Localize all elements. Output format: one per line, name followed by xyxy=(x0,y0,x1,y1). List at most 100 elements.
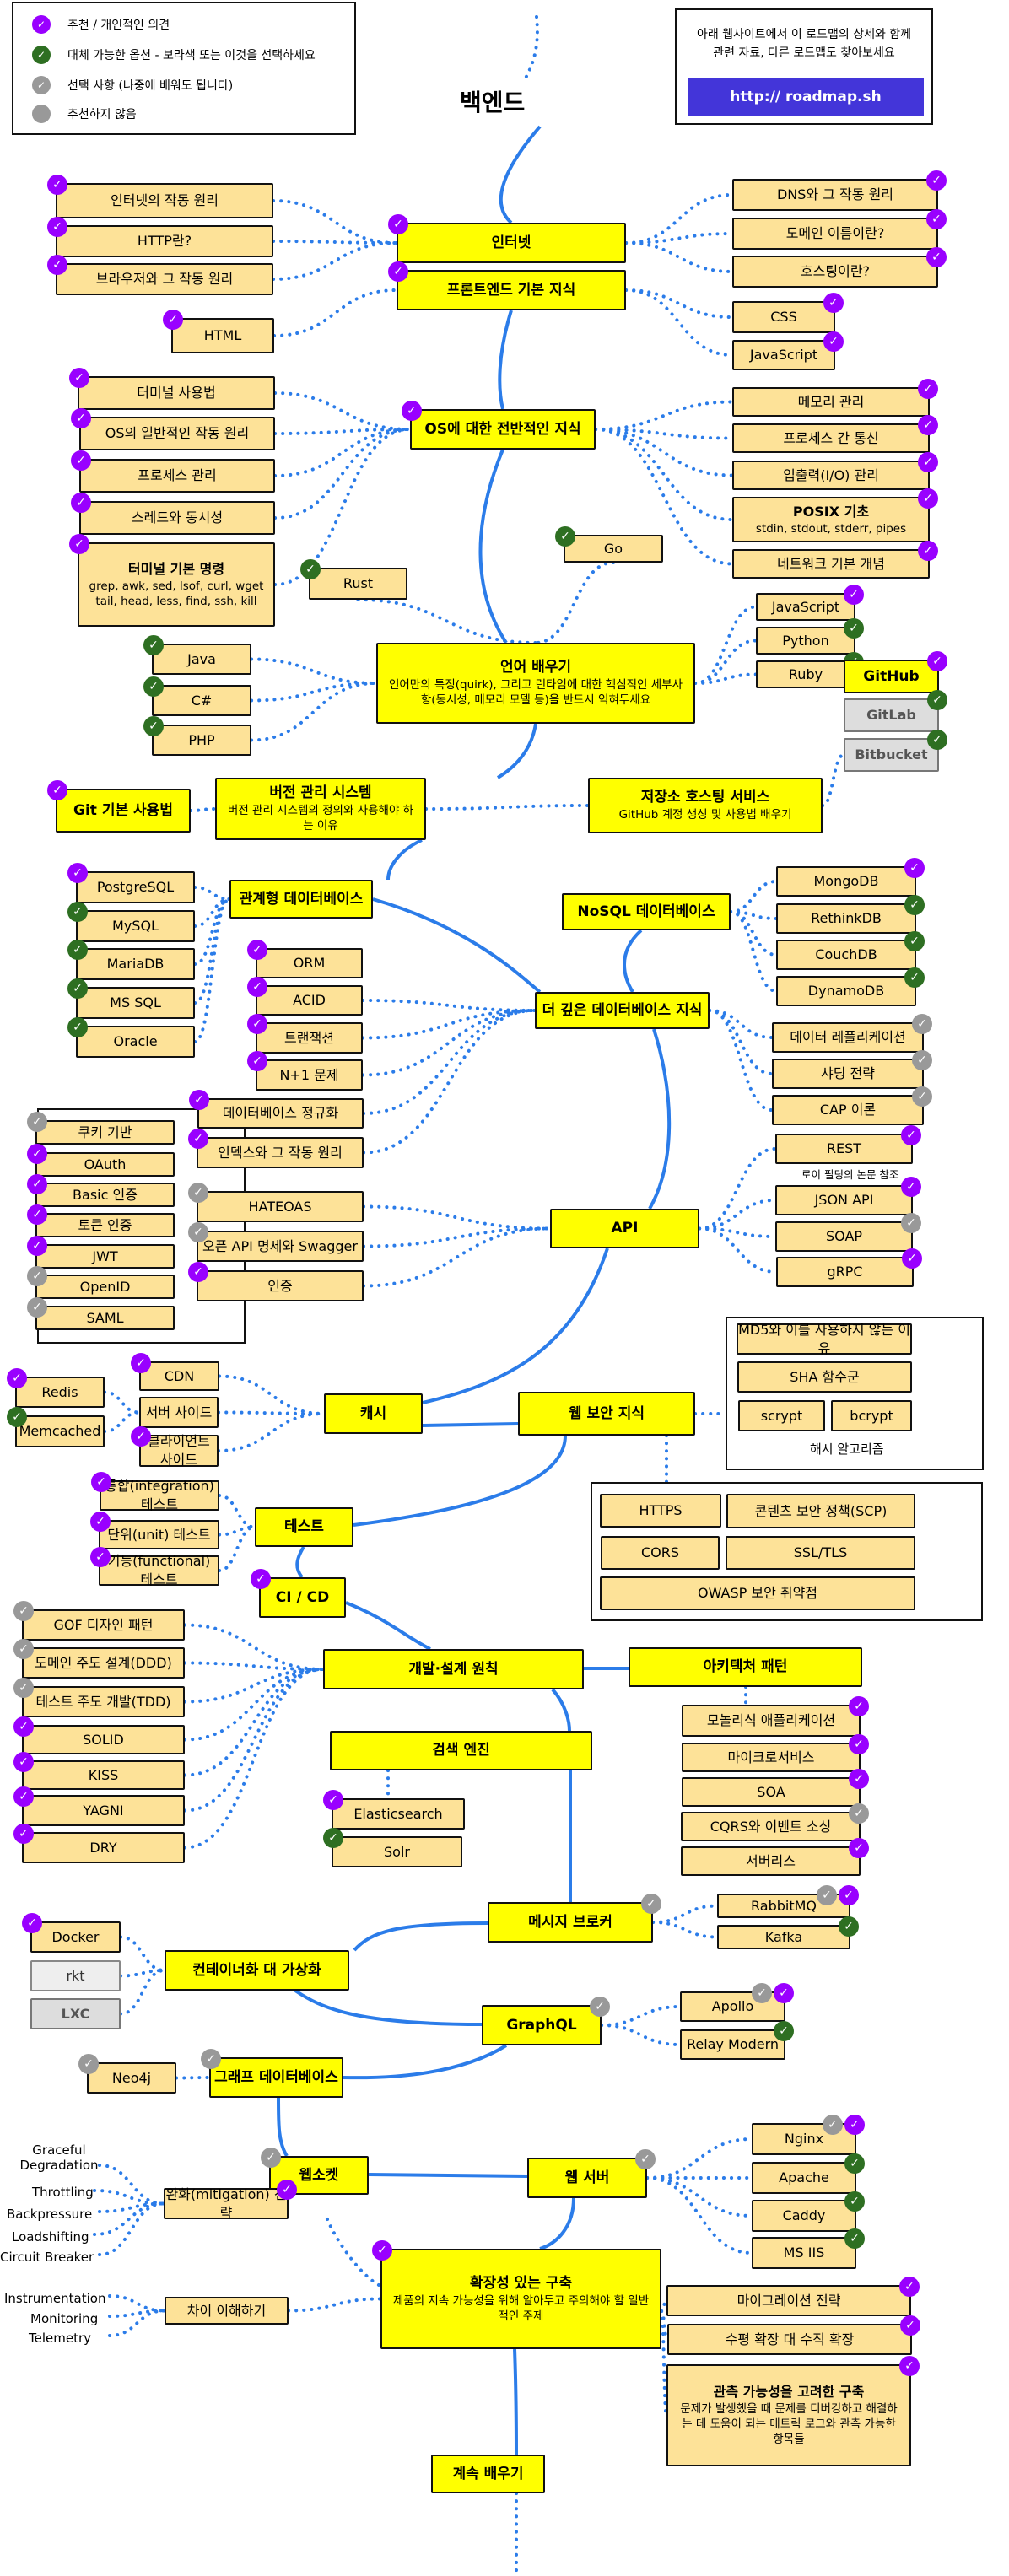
node-func[interactable]: 기능(functional) 테스트 ✓ xyxy=(90,1547,219,1587)
node-rkt[interactable]: rkt xyxy=(30,1960,121,1991)
node-csharp[interactable]: C# ✓ xyxy=(143,676,251,716)
node-keep[interactable]: 계속 배우기 xyxy=(431,2455,545,2493)
node-api[interactable]: API xyxy=(550,1209,699,1248)
node-nginx[interactable]: Nginx ✓ ✓ xyxy=(752,2115,865,2155)
node-index[interactable]: 인덱스와 그 작동 원리 ✓ xyxy=(188,1129,364,1168)
node-threads[interactable]: 스레드와 동시성 ✓ xyxy=(71,493,275,535)
node-design[interactable]: 개발·설계 원칙 xyxy=(323,1649,584,1689)
node-monolith[interactable]: 모놀리식 애플리케이션 ✓ xyxy=(682,1696,869,1737)
node-lang[interactable]: 언어 배우기 언어만의 특징(quirk), 그리고 런타임에 대한 핵심적인 세… xyxy=(376,643,695,724)
node-rest[interactable]: REST ✓ xyxy=(775,1125,921,1164)
node-how-internet[interactable]: 인터넷의 작동 원리 ✓ xyxy=(47,175,273,218)
node-cookie[interactable]: 쿠키 기반 ✓ xyxy=(27,1112,175,1145)
node-openapi[interactable]: 오픈 API 명세와 Swagger ✓ xyxy=(188,1222,364,1262)
node-github[interactable]: GitHub ✓ xyxy=(844,651,947,693)
node-java[interactable]: Java ✓ xyxy=(143,635,251,675)
node-ipc[interactable]: 프로세스 간 통신 ✓ xyxy=(732,415,938,453)
node-html[interactable]: HTML ✓ xyxy=(163,310,274,353)
node-oauth[interactable]: OAuth ✓ xyxy=(27,1144,175,1177)
node-dns[interactable]: DNS와 그 작동 원리 ✓ xyxy=(732,170,947,211)
node-solr[interactable]: Solr ✓ xyxy=(323,1828,462,1867)
node-containers[interactable]: 컨테이너화 대 가상화 xyxy=(165,1950,349,1991)
node-replication[interactable]: 데이터 레플리케이션 ✓ xyxy=(772,1014,932,1053)
node-proc[interactable]: 프로세스 관리 ✓ xyxy=(71,450,275,493)
node-os[interactable]: OS에 대한 전반적인 지식 ✓ xyxy=(402,401,596,450)
node-norm[interactable]: 데이터베이스 정규화 ✓ xyxy=(189,1090,364,1129)
node-memcached[interactable]: Memcached ✓ xyxy=(7,1407,105,1447)
node-jwt[interactable]: JWT ✓ xyxy=(27,1236,175,1269)
node-saml[interactable]: SAML ✓ xyxy=(27,1297,175,1330)
node-unit[interactable]: 단위(unit) 테스트 ✓ xyxy=(90,1512,219,1549)
node-couch[interactable]: CouchDB ✓ xyxy=(776,931,925,970)
node-rethink[interactable]: RethinkDB ✓ xyxy=(776,895,925,934)
node-docker[interactable]: Docker ✓ xyxy=(22,1913,121,1953)
node-rabbit[interactable]: RabbitMQ ✓ ✓ xyxy=(717,1885,859,1918)
node-terminal[interactable]: 터미널 사용법 ✓ xyxy=(69,368,275,410)
node-tx[interactable]: 트랜잭션 ✓ xyxy=(247,1014,363,1054)
node-graphql[interactable]: GraphQL ✓ xyxy=(482,1997,610,2045)
node-ssl[interactable]: SSL/TLS xyxy=(726,1536,915,1570)
node-n1[interactable]: N+1 문제 ✓ xyxy=(247,1051,363,1091)
node-os-how[interactable]: OS의 일반적인 작동 원리 ✓ xyxy=(71,408,275,450)
node-serverless[interactable]: 서버리스 ✓ xyxy=(681,1838,869,1876)
node-gof[interactable]: GOF 디자인 패턴 ✓ xyxy=(13,1601,185,1641)
node-mq[interactable]: 메시지 브로커 ✓ xyxy=(488,1894,661,1943)
node-http[interactable]: HTTP란? ✓ xyxy=(47,217,273,257)
node-mysql[interactable]: MySQL ✓ xyxy=(67,902,195,942)
node-caddy[interactable]: Caddy ✓ xyxy=(752,2191,865,2232)
node-mssql[interactable]: MS SQL ✓ xyxy=(67,978,195,1019)
node-scaling[interactable]: 수평 확장 대 수직 확장 ✓ xyxy=(667,2315,920,2355)
node-testing[interactable]: 테스트 xyxy=(255,1507,353,1547)
node-elastic[interactable]: Elasticsearch ✓ xyxy=(323,1790,465,1830)
node-kafka[interactable]: Kafka ✓ xyxy=(717,1916,859,1949)
node-redis[interactable]: Redis ✓ xyxy=(7,1368,105,1408)
node-network[interactable]: 네트워크 기본 개념 ✓ xyxy=(732,541,938,579)
node-rdb[interactable]: 관계형 데이터베이스 xyxy=(229,880,373,919)
node-jsonapi[interactable]: JSON API ✓ xyxy=(775,1177,921,1215)
node-term-cmds[interactable]: 터미널 기본 명령 grep, awk, sed, lsof, curl, wge… xyxy=(69,534,275,627)
node-cicd[interactable]: CI / CD ✓ xyxy=(251,1569,346,1618)
node-sha[interactable]: SHA 함수군 xyxy=(737,1361,912,1393)
node-gitlab[interactable]: GitLab ✓ xyxy=(844,690,947,732)
node-tdd[interactable]: 테스트 주도 개발(TDD) ✓ xyxy=(13,1678,185,1717)
node-domain[interactable]: 도메인 이름이란? ✓ xyxy=(732,209,947,250)
node-js1[interactable]: JavaScript ✓ xyxy=(732,331,844,370)
node-arch[interactable]: 아키텍처 패턴 xyxy=(629,1647,862,1687)
node-basic[interactable]: Basic 인증 ✓ xyxy=(27,1174,175,1207)
node-lxc[interactable]: LXC xyxy=(30,1998,121,2029)
node-css[interactable]: CSS ✓ xyxy=(732,293,844,333)
node-scrypt[interactable]: scrypt xyxy=(738,1400,825,1431)
node-owasp[interactable]: OWASP 보안 취약점 xyxy=(600,1576,915,1610)
node-mongo[interactable]: MongoDB ✓ xyxy=(776,858,925,897)
node-cqrs[interactable]: CQRS와 이벤트 소싱 ✓ xyxy=(681,1803,869,1841)
node-iis[interactable]: MS IIS ✓ xyxy=(752,2228,865,2269)
node-cors[interactable]: CORS xyxy=(601,1536,720,1570)
node-neo4j[interactable]: Neo4j ✓ xyxy=(78,2054,176,2094)
roadmap-link-button[interactable]: http:// roadmap.sh xyxy=(688,78,924,116)
node-observability[interactable]: 관측 가능성을 고려한 구축 문제가 발생했을 때 문제를 디버깅하고 해결하는 … xyxy=(666,2356,920,2466)
node-internet[interactable]: 인터넷 ✓ xyxy=(388,214,626,263)
node-relay[interactable]: Relay Modern ✓ xyxy=(680,2021,794,2060)
node-mariadb[interactable]: MariaDB ✓ xyxy=(67,940,195,980)
node-ruby[interactable]: Ruby✓ xyxy=(756,652,864,688)
node-token[interactable]: 토큰 인증 ✓ xyxy=(27,1204,175,1237)
node-graphdb[interactable]: 그래프 데이터베이스 ✓ xyxy=(201,2049,343,2098)
node-acid[interactable]: ACID ✓ xyxy=(247,977,363,1016)
node-php[interactable]: PHP ✓ xyxy=(143,716,251,756)
node-git[interactable]: Git 기본 사용법 ✓ xyxy=(47,780,191,833)
node-vcs[interactable]: 버전 관리 시스템 버전 관리 시스템의 정의와 사용해야 하는 이유 xyxy=(215,778,426,840)
node-diff[interactable]: 차이 이해하기 xyxy=(165,2297,289,2325)
node-yagni[interactable]: YAGNI ✓ xyxy=(13,1786,185,1826)
node-python[interactable]: Python ✓ xyxy=(756,618,864,655)
node-csp[interactable]: 콘텐츠 보안 정책(SCP) xyxy=(726,1494,915,1528)
node-integ[interactable]: 통합(integration) 테스트 ✓ xyxy=(91,1472,219,1512)
node-soap[interactable]: SOAP ✓ xyxy=(775,1213,921,1252)
node-io[interactable]: 입출력(I/O) 관리 ✓ xyxy=(732,452,938,490)
node-scalable[interactable]: 확장성 있는 구축 제품의 지속 가능성을 위해 알아두고 주의해야 할 일반적인… xyxy=(372,2240,661,2349)
node-soa[interactable]: SOA ✓ xyxy=(682,1769,869,1807)
node-apollo[interactable]: Apollo ✓ ✓ xyxy=(680,1983,794,2022)
node-ddd[interactable]: 도메인 주도 설계(DDD) ✓ xyxy=(13,1639,185,1679)
node-frontend[interactable]: 프론트엔드 기본 지식 ✓ xyxy=(388,261,626,310)
node-micro[interactable]: 마이크로서비스 ✓ xyxy=(682,1734,869,1772)
node-repo[interactable]: 저장소 호스팅 서비스 GitHub 계정 생성 및 사용법 배우기 xyxy=(588,778,823,833)
